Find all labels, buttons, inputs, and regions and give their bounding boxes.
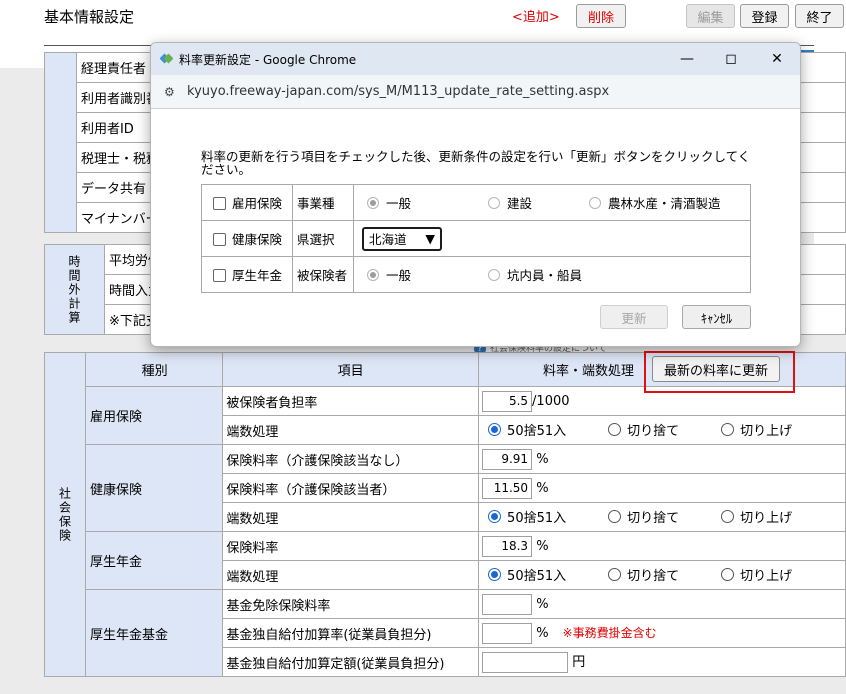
koyo-burden-unit: /1000 <box>532 393 570 409</box>
social-insurance-table: 社会保険 種別 項目 料率・端数処理 雇用保険 被保険者負担率 5.5/1000… <box>44 352 846 677</box>
rounding-option-round[interactable]: 50捨51入 <box>488 420 566 439</box>
category-koyo: 雇用保険 <box>84 386 224 445</box>
add-mode-label: <追加> <box>512 10 560 25</box>
kikin-row1-input[interactable] <box>482 593 533 615</box>
business-type-agriculture[interactable]: 農林水産・清酒製造 <box>582 193 721 212</box>
rate-update-popup: 料率更新設定 - Google Chrome — ◻ ✕ ⚙ kyuyo.fre… <box>150 42 801 347</box>
site-settings-icon[interactable]: ⚙ <box>164 85 175 99</box>
overtime-section-label: 時間外計算 <box>67 254 81 325</box>
close-icon[interactable]: ✕ <box>765 48 789 70</box>
rounding-option-floor[interactable]: 切り捨て <box>608 507 679 526</box>
popup-cancel-button[interactable]: ｷｬﾝｾﾙ <box>682 305 751 329</box>
minimize-icon[interactable]: — <box>675 48 699 70</box>
check-kenko[interactable]: 健康保険 <box>201 220 293 257</box>
category-kikin: 厚生年金基金 <box>84 589 224 677</box>
rounding-option-round[interactable]: 50捨51入 <box>488 507 566 526</box>
koyo-rounding-label: 端数処理 <box>222 415 480 445</box>
insured-type-miner[interactable]: 坑内員・船員 <box>481 265 582 284</box>
kenko-rate2-label: 保険料率（介護保険該当者） <box>222 473 480 503</box>
rounding-option-floor[interactable]: 切り捨て <box>608 420 679 439</box>
business-type-general[interactable]: 一般 <box>360 193 411 212</box>
kosei-rounding-group: 50捨51入 切り捨て 切り上げ <box>478 560 846 590</box>
popup-url: kyuyo.freeway-japan.com/sys_M/M113_updat… <box>187 84 610 99</box>
social-section-label: 社会保険 <box>57 486 72 543</box>
popup-settings-table: 雇用保険 事業種 一般 建設 農林水産・清酒製造 健康保険 県選択 北海道 ▼ 厚生年… <box>201 184 751 293</box>
chevron-down-icon: ▼ <box>425 231 435 246</box>
koyo-rounding-group: 50捨51入 切り捨て 切り上げ <box>478 415 846 445</box>
popup-instruction: 料率の更新を行う項目をチェックした後、更新条件の設定を行い「更新」ボタンをクリッ… <box>201 149 751 177</box>
rounding-option-round[interactable]: 50捨51入 <box>488 565 566 584</box>
field-label: 被保険者 <box>292 256 354 293</box>
rounding-option-ceil[interactable]: 切り上げ <box>721 565 792 584</box>
insured-type-group: 一般 坑内員・船員 <box>353 256 751 293</box>
kikin-row1-label: 基金免除保険料率 <box>222 589 480 619</box>
popup-title: 料率更新設定 - Google Chrome <box>179 53 357 67</box>
kosei-rate-input[interactable]: 18.3 <box>482 535 533 557</box>
end-button[interactable]: 終了 <box>795 4 844 28</box>
page-title: 基本情報設定 <box>44 8 135 26</box>
popup-url-bar[interactable]: ⚙ kyuyo.freeway-japan.com/sys_M/M113_upd… <box>151 75 800 109</box>
check-koyo[interactable]: 雇用保険 <box>201 184 293 221</box>
save-button[interactable]: 登録 <box>740 4 789 28</box>
koyo-burden-input[interactable]: 5.5 <box>482 390 533 412</box>
field-label: 県選択 <box>292 220 354 257</box>
col-item: 項目 <box>222 352 480 387</box>
check-kosei[interactable]: 厚生年金 <box>201 256 293 293</box>
delete-button[interactable]: 削除 <box>576 4 626 28</box>
prefecture-select[interactable]: 北海道 ▼ <box>362 226 442 251</box>
kikin-row2-note: ※事務費掛金含む <box>562 625 657 640</box>
kenko-rate2-input[interactable]: 11.50 <box>482 477 533 499</box>
kikin-row3-label: 基金独自給付加算定額(従業員負担分) <box>222 647 480 677</box>
overtime-side: 時間外計算 <box>44 244 105 335</box>
app-favicon-icon <box>160 53 173 64</box>
kikin-row2-label: 基金独自給付加算率(従業員負担分) <box>222 618 480 648</box>
insured-type-general[interactable]: 一般 <box>360 265 411 284</box>
popup-titlebar: 料率更新設定 - Google Chrome — ◻ ✕ <box>151 43 800 75</box>
kikin-row3-input[interactable] <box>482 652 569 673</box>
col-kind: 種別 <box>84 352 224 387</box>
popup-update-button[interactable]: 更新 <box>600 305 668 329</box>
category-kosei: 厚生年金 <box>84 531 224 590</box>
kikin-row2-input[interactable] <box>482 622 533 644</box>
category-kenko: 健康保険 <box>84 444 224 532</box>
koyo-burden-label: 被保険者負担率 <box>222 386 480 416</box>
maximize-icon[interactable]: ◻ <box>719 48 743 70</box>
kenko-rounding-group: 50捨51入 切り捨て 切り上げ <box>478 502 846 532</box>
update-latest-rate-button[interactable]: 最新の料率に更新 <box>652 356 780 382</box>
basic-info-side <box>44 52 77 233</box>
kosei-rounding-label: 端数処理 <box>222 560 480 590</box>
field-label: 事業種 <box>292 184 354 221</box>
kosei-rate-label: 保険料率 <box>222 531 480 561</box>
kenko-rate1-input[interactable]: 9.91 <box>482 448 533 470</box>
business-type-group: 一般 建設 農林水産・清酒製造 <box>353 184 751 221</box>
rounding-option-floor[interactable]: 切り捨て <box>608 565 679 584</box>
kenko-rounding-label: 端数処理 <box>222 502 480 532</box>
social-side: 社会保険 <box>44 352 86 677</box>
edit-button[interactable]: 編集 <box>686 4 735 28</box>
kenko-rate1-label: 保険料率（介護保険該当なし） <box>222 444 480 474</box>
rounding-option-ceil[interactable]: 切り上げ <box>721 420 792 439</box>
business-type-construction[interactable]: 建設 <box>481 193 532 212</box>
rounding-option-ceil[interactable]: 切り上げ <box>721 507 792 526</box>
